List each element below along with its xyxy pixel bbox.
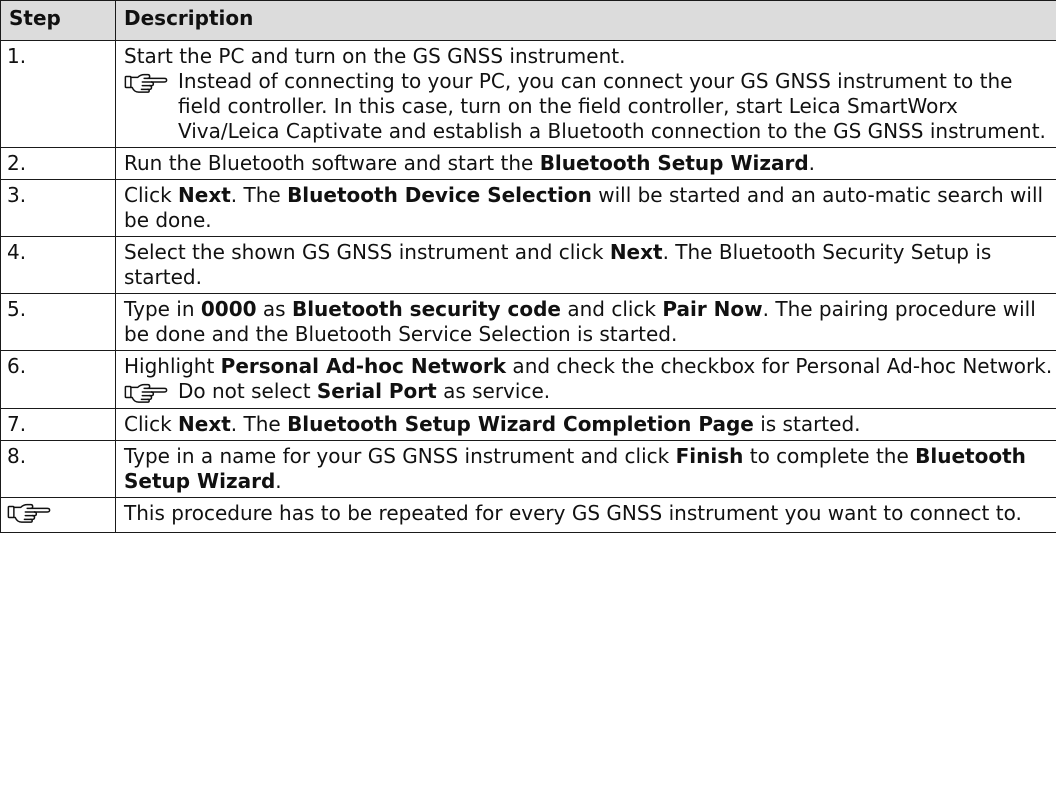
- text-run: is started.: [753, 412, 861, 436]
- description-cell: Type in 0000 as Bluetooth security code …: [115, 293, 1056, 351]
- step-description: Click Next. The Bluetooth Device Selecti…: [124, 183, 1056, 233]
- table-row: This procedure has to be repeated for ev…: [0, 497, 1056, 533]
- step-cell: [0, 497, 116, 533]
- text-run: to complete the: [743, 444, 916, 468]
- step-description: Start the PC and turn on the GS GNSS ins…: [124, 44, 1056, 69]
- step-cell: 7.: [0, 408, 116, 441]
- step-number: 8.: [7, 444, 27, 468]
- table-row: 7. Click Next. The Bluetooth Setup Wizard…: [0, 408, 1056, 441]
- table-row: 1. Start the PC and turn on the GS GNSS i…: [0, 40, 1056, 148]
- bold-term: Pair Now: [662, 297, 763, 321]
- bold-term: Next: [178, 183, 231, 207]
- pointing-hand-icon: [7, 503, 51, 528]
- description-cell: Click Next. The Bluetooth Setup Wizard C…: [115, 408, 1056, 441]
- step-description: Highlight Personal Ad-hoc Network and ch…: [124, 354, 1056, 379]
- text-run: and check the checkbox for Personal Ad-h…: [506, 354, 1053, 378]
- bold-term: Bluetooth security code: [291, 297, 561, 321]
- step-description: Type in a name for your GS GNSS instrume…: [124, 444, 1056, 494]
- step-cell: 8.: [0, 440, 116, 498]
- bold-term: Next: [609, 240, 663, 264]
- description-cell: Click Next. The Bluetooth Device Selecti…: [115, 179, 1056, 237]
- step-cell: 6.: [0, 350, 116, 409]
- text-run: Click: [124, 412, 179, 436]
- bold-term: Bluetooth Setup Wizard: [539, 151, 809, 175]
- table-row: 6. Highlight Personal Ad-hoc Network and …: [0, 350, 1056, 409]
- step-description: Type in 0000 as Bluetooth security code …: [124, 297, 1056, 347]
- step-cell: 5.: [0, 293, 116, 351]
- step-cell: 3.: [0, 179, 116, 237]
- pointing-hand-icon: [124, 71, 172, 95]
- bold-term: 0000: [200, 297, 257, 321]
- text-run: . The: [230, 183, 288, 207]
- description-cell: Highlight Personal Ad-hoc Network and ch…: [115, 350, 1056, 409]
- procedure-table: Step Description 1. Start the PC and turn…: [0, 0, 1056, 533]
- table-row: 3. Click Next. The Bluetooth Device Selec…: [0, 179, 1056, 237]
- bold-term: Personal Ad-hoc Network: [220, 354, 507, 378]
- table-body: 1. Start the PC and turn on the GS GNSS i…: [0, 40, 1056, 533]
- bold-term: Finish: [675, 444, 744, 468]
- header-description: Description: [115, 0, 1056, 41]
- step-number: 3.: [7, 183, 27, 207]
- bold-term: Bluetooth Device Selection: [287, 183, 592, 207]
- note-text: Instead of connecting to your PC, you ca…: [178, 69, 1046, 143]
- note-text: Do not select Serial Port as service.: [172, 379, 1056, 404]
- text-run: Do not select: [178, 379, 317, 403]
- text-run: .: [275, 469, 282, 493]
- step-description: This procedure has to be repeated for ev…: [124, 501, 1056, 526]
- table-row: 4. Select the shown GS GNSS instrument an…: [0, 236, 1056, 294]
- text-run: Click: [124, 183, 179, 207]
- text-run: Type in a name for your GS GNSS instrume…: [124, 444, 676, 468]
- note: Instead of connecting to your PC, you ca…: [124, 69, 1056, 144]
- text-run: Start the PC and turn on the GS GNSS ins…: [124, 44, 626, 68]
- text-run: as: [256, 297, 292, 321]
- step-cell: 1.: [0, 40, 116, 148]
- note: Do not select Serial Port as service.: [124, 379, 1056, 405]
- step-number: 2.: [7, 151, 27, 175]
- step-description: Select the shown GS GNSS instrument and …: [124, 240, 1056, 290]
- table-row: 5. Type in 0000 as Bluetooth security cod…: [0, 293, 1056, 351]
- step-number: 6.: [7, 354, 27, 378]
- text-run: Highlight: [124, 354, 221, 378]
- text-run: .: [808, 151, 816, 175]
- bold-term: Serial Port: [316, 379, 437, 403]
- pointing-hand-icon: [124, 381, 172, 405]
- text-run: and click: [560, 297, 663, 321]
- table-row: 8. Type in a name for your GS GNSS instru…: [0, 440, 1056, 498]
- description-cell: Type in a name for your GS GNSS instrume…: [115, 440, 1056, 498]
- description-cell: Start the PC and turn on the GS GNSS ins…: [115, 40, 1056, 148]
- text-run: as service.: [436, 379, 551, 403]
- table-row: 2. Run the Bluetooth software and start t…: [0, 147, 1056, 180]
- text-run: Run the Bluetooth software and start the: [124, 151, 540, 175]
- step-cell: 4.: [0, 236, 116, 294]
- bold-term: Bluetooth Setup Wizard Completion Page: [287, 412, 754, 436]
- description-cell: Select the shown GS GNSS instrument and …: [115, 236, 1056, 294]
- text-run: . The: [230, 412, 288, 436]
- step-description: Run the Bluetooth software and start the…: [124, 151, 1056, 176]
- description-cell: This procedure has to be repeated for ev…: [115, 497, 1056, 533]
- step-description: Click Next. The Bluetooth Setup Wizard C…: [124, 412, 1056, 437]
- step-number: 4.: [7, 240, 27, 264]
- step-number: 5.: [7, 297, 27, 321]
- text-run: Select the shown GS GNSS instrument and …: [124, 240, 610, 264]
- table-header-row: Step Description: [0, 0, 1056, 41]
- description-cell: Run the Bluetooth software and start the…: [115, 147, 1056, 180]
- header-step: Step: [0, 0, 116, 41]
- step-number: 1.: [7, 44, 27, 68]
- text-run: Type in: [124, 297, 201, 321]
- step-number: 7.: [7, 412, 27, 436]
- text-run: This procedure has to be repeated for ev…: [124, 501, 1022, 525]
- bold-term: Next: [178, 412, 231, 436]
- step-cell: 2.: [0, 147, 116, 180]
